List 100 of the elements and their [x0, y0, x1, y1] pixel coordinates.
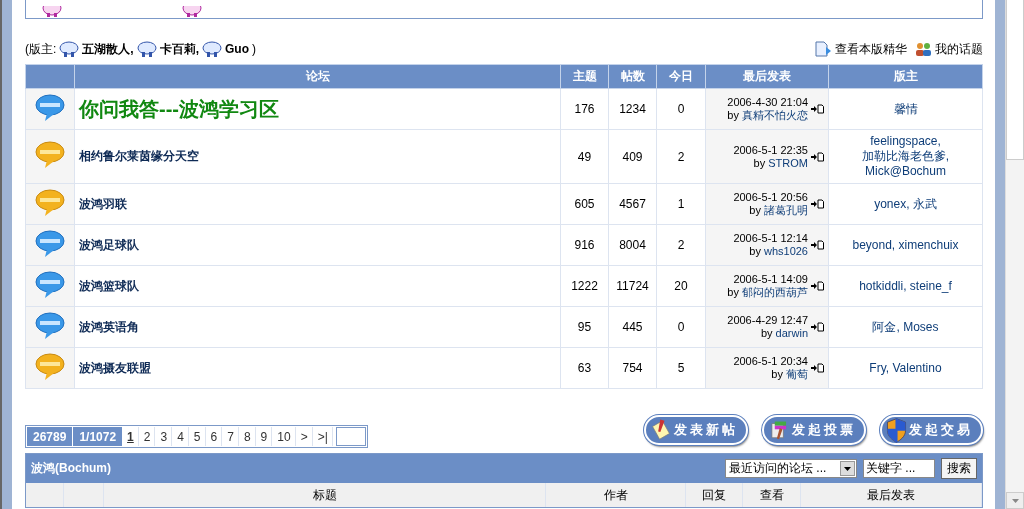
- forum-link[interactable]: 波鸿足球队: [79, 237, 139, 252]
- column-header: 今日: [656, 64, 706, 89]
- by-label: by: [760, 327, 773, 339]
- dropdown-arrow-icon: [844, 466, 851, 471]
- page-link[interactable]: 1: [123, 427, 139, 446]
- top-link[interactable]: 查看本版精华: [815, 40, 907, 58]
- table-cell: 1234: [608, 88, 657, 130]
- moderator-link[interactable]: 永武: [912, 196, 937, 211]
- moderator-link[interactable]: 阿金,: [872, 319, 900, 334]
- sheep-icon: [202, 40, 223, 58]
- column-header: 最后发表: [801, 483, 982, 507]
- moderator-link[interactable]: ximenchuix: [898, 237, 959, 252]
- table-cell: 2: [656, 224, 706, 266]
- action-button[interactable]: 发表新帖: [644, 415, 748, 445]
- moderator-name[interactable]: 卡百莉,: [159, 40, 200, 58]
- forum-select[interactable]: 最近访问的论坛 ...: [725, 459, 857, 478]
- post-time: 2006-5-1 20:56: [733, 191, 808, 203]
- arrow-page-icon[interactable]: [811, 104, 824, 114]
- arrow-page-icon[interactable]: [811, 151, 824, 162]
- table-cell: 0: [656, 306, 706, 348]
- column-header: 主题: [560, 64, 609, 89]
- post-time: 2006-5-1 20:34: [733, 355, 808, 367]
- sheep-icon: [136, 40, 157, 58]
- forum-link[interactable]: 相约鲁尔莱茵缘分天空: [79, 149, 199, 163]
- moderator-link[interactable]: Moses: [903, 319, 939, 334]
- page-link[interactable]: 4: [173, 427, 189, 446]
- column-header: 版主: [828, 64, 983, 89]
- page-input[interactable]: [335, 427, 366, 446]
- author-link[interactable]: darwin: [775, 327, 808, 339]
- moderator-link[interactable]: feelingspace,: [870, 134, 941, 148]
- arrow-page-icon[interactable]: [811, 363, 824, 373]
- page-link[interactable]: 8: [239, 427, 256, 446]
- moderator-link[interactable]: Fry,: [869, 360, 890, 375]
- moderator-name[interactable]: Guo: [225, 42, 250, 56]
- top-link[interactable]: 我的话题: [915, 40, 983, 58]
- by-label: by: [727, 286, 739, 298]
- forum-link[interactable]: 波鸿摄友联盟: [79, 360, 151, 375]
- action-button[interactable]: 发起交易: [880, 415, 983, 445]
- page-link[interactable]: 7: [223, 427, 239, 446]
- by-label: by: [753, 156, 766, 169]
- author-link[interactable]: 真精不怕火恋: [742, 109, 808, 121]
- table-cell: 916: [560, 224, 609, 266]
- author-link[interactable]: 葡萄: [786, 368, 808, 380]
- table-cell: 20: [656, 265, 706, 307]
- arrow-page-icon[interactable]: [811, 199, 824, 209]
- page-link[interactable]: >|: [313, 427, 333, 446]
- post-time: 2006-4-30 21:04: [727, 96, 808, 108]
- page-link[interactable]: 2: [139, 427, 156, 446]
- search-button[interactable]: 搜索: [941, 458, 977, 479]
- column-header: 帖数: [608, 64, 657, 89]
- column-header: 标题: [104, 483, 546, 507]
- sheep-icon: [59, 40, 80, 58]
- moderator-link[interactable]: Valentino: [892, 360, 942, 375]
- sheep-icon: [182, 6, 202, 18]
- column-header: 作者: [546, 483, 686, 507]
- moderator-name[interactable]: 五湖散人,: [82, 40, 134, 58]
- page-link[interactable]: >: [296, 427, 313, 446]
- moderator-link[interactable]: beyond,: [852, 237, 896, 252]
- page-link[interactable]: 3: [156, 427, 173, 446]
- moderator-link[interactable]: hotkiddli,: [859, 278, 907, 293]
- forum-link[interactable]: 波鸿篮球队: [79, 278, 139, 293]
- page-link[interactable]: 6: [206, 427, 223, 446]
- scrollbar[interactable]: [1005, 0, 1024, 509]
- by-label: by: [727, 109, 739, 121]
- page-link[interactable]: 10: [273, 427, 296, 446]
- arrow-page-icon[interactable]: [811, 240, 824, 250]
- users-icon: [915, 41, 932, 57]
- page-arrow-icon: [815, 41, 832, 57]
- page-link[interactable]: 9: [256, 427, 273, 446]
- table-cell: 754: [608, 347, 657, 389]
- author-link[interactable]: STROM: [768, 156, 808, 169]
- moderator-link[interactable]: 馨情: [893, 101, 918, 116]
- action-button[interactable]: 发起投票: [762, 415, 866, 445]
- author-link[interactable]: 諸葛孔明: [764, 204, 808, 216]
- moderator-link[interactable]: yonex,: [874, 196, 910, 211]
- table-cell: 8004: [608, 224, 657, 266]
- by-label: by: [749, 245, 761, 257]
- scroll-down-arrow-icon[interactable]: [1011, 498, 1019, 503]
- table-cell: 95: [560, 306, 609, 348]
- table-cell: 5: [656, 347, 706, 389]
- post-time: 2006-5-1 14:09: [733, 273, 808, 285]
- table-cell: 605: [560, 183, 609, 225]
- arrow-page-icon[interactable]: [811, 322, 824, 332]
- column-header: 最后发表: [705, 64, 829, 89]
- page-link[interactable]: 5: [189, 427, 206, 446]
- table-cell: 445: [608, 306, 657, 348]
- moderator-link[interactable]: steine_f: [909, 278, 952, 293]
- column-header: 查看: [743, 483, 801, 507]
- keyword-field[interactable]: 关键字 ...: [863, 459, 935, 478]
- table-cell: 1: [656, 183, 706, 225]
- author-link[interactable]: whs1026: [763, 245, 808, 257]
- column-header: 论坛: [74, 64, 561, 89]
- moderator-link[interactable]: 加勒比海老色爹,: [861, 149, 950, 163]
- moderator-link[interactable]: Mick@Bochum: [865, 164, 946, 178]
- arrow-page-icon[interactable]: [811, 281, 824, 291]
- forum-link[interactable]: 波鸿英语角: [79, 319, 139, 334]
- forum-link[interactable]: 波鸿羽联: [79, 196, 127, 211]
- post-time: 2006-5-1 12:14: [733, 232, 808, 244]
- post-time: 2006-5-1 22:35: [733, 143, 808, 156]
- author-link[interactable]: 郁闷的西葫芦: [742, 286, 808, 298]
